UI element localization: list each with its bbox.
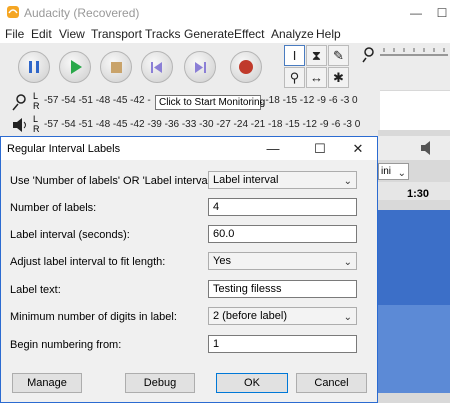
label-text-label: Label text:: [10, 284, 61, 296]
snap-to-value: ini: [381, 166, 392, 177]
number-of-labels-input[interactable]: 4: [208, 198, 357, 216]
regular-interval-labels-dialog: Regular Interval Labels — ☐ ✕ Use 'Numbe…: [0, 136, 378, 403]
audacity-logo-icon: [7, 6, 19, 18]
dialog-titlebar: Regular Interval Labels — ☐ ✕: [1, 137, 377, 160]
mode-label: Use 'Number of labels' OR 'Label interva…: [10, 175, 216, 187]
monitoring-tooltip: Click to Start Monitoring: [155, 95, 265, 110]
adjust-interval-select[interactable]: Yes ⌄: [208, 252, 357, 270]
waveform-right[interactable]: [378, 305, 450, 393]
dialog-title: Regular Interval Labels: [7, 143, 121, 155]
adjust-interval-label: Adjust label interval to fit length:: [10, 256, 166, 268]
number-of-labels-label: Number of labels:: [10, 202, 97, 214]
menu-generate[interactable]: Generate: [184, 27, 234, 41]
skip-end-icon: [195, 62, 206, 73]
skip-start-icon: [151, 62, 162, 73]
playback-meter[interactable]: L R -57 -54 -51 -48 -45 -42 -39 -36 -33 …: [0, 113, 380, 137]
menu-transport[interactable]: Transport: [91, 27, 142, 41]
speaker-icon: [421, 141, 430, 155]
waveform-left[interactable]: [378, 210, 450, 305]
menu-bar: File Edit View Transport Tracks Generate…: [0, 26, 450, 43]
min-digits-select[interactable]: 2 (before label) ⌄: [208, 307, 357, 325]
menu-view[interactable]: View: [59, 27, 85, 41]
label-text-input[interactable]: Testing filesss: [208, 280, 357, 298]
stop-icon: [111, 62, 122, 73]
dialog-maximize-button[interactable]: ☐: [304, 137, 336, 160]
stop-button[interactable]: [100, 51, 132, 83]
menu-effect[interactable]: Effect: [234, 27, 264, 41]
snap-to-select[interactable]: ini ⌄: [378, 163, 409, 180]
pencil-icon: ✎: [333, 48, 344, 63]
microphone-slider: [362, 47, 448, 63]
mode-select[interactable]: Label interval ⌄: [208, 171, 357, 189]
i-beam-icon: I: [292, 48, 297, 63]
double-arrow-icon: ↔: [310, 70, 323, 85]
record-meter-scale-right: 1 -18 -15 -12 -9 -6 -3 0: [257, 95, 358, 106]
menu-tracks[interactable]: Tracks: [145, 27, 181, 41]
timeline-time-label: 1:30: [407, 188, 430, 200]
record-volume-slider[interactable]: [362, 44, 450, 67]
label-interval-input[interactable]: 60.0: [208, 225, 357, 243]
record-button[interactable]: [230, 51, 262, 83]
menu-edit[interactable]: Edit: [31, 27, 52, 41]
pause-icon: [29, 61, 39, 73]
minimize-window-button[interactable]: —: [404, 0, 428, 26]
microphone-icon: [12, 94, 26, 111]
cancel-button[interactable]: Cancel: [296, 373, 367, 393]
label-interval-label: Label interval (seconds):: [10, 229, 130, 241]
speaker-icon: [13, 118, 26, 132]
meter-right-channel-label: R: [33, 124, 40, 134]
device-toolbar: [378, 136, 450, 160]
min-digits-value: 2 (before label): [213, 310, 287, 322]
menu-file[interactable]: File: [5, 27, 24, 41]
dialog-close-button[interactable]: ✕: [342, 137, 374, 160]
mode-value: Label interval: [213, 174, 279, 186]
menu-analyze[interactable]: Analyze: [271, 27, 314, 41]
pause-button[interactable]: [18, 51, 50, 83]
draw-tool[interactable]: ✎: [328, 45, 349, 66]
adjust-interval-value: Yes: [213, 255, 231, 267]
skip-to-end-button[interactable]: [184, 51, 216, 83]
meter-left-channel-label: L: [33, 114, 39, 124]
app-titlebar: Audacity (Recovered) — ☐: [0, 0, 450, 26]
debug-button[interactable]: Debug: [125, 373, 195, 393]
dialog-minimize-button[interactable]: —: [257, 137, 289, 160]
zoom-tool[interactable]: ⚲: [284, 67, 305, 88]
app-title: Audacity (Recovered): [24, 6, 140, 20]
magnifier-icon: ⚲: [289, 70, 300, 85]
begin-numbering-input[interactable]: 1: [208, 335, 357, 353]
chevron-down-icon: ⌄: [343, 257, 352, 268]
play-icon: [71, 60, 82, 74]
selection-tool[interactable]: I: [284, 45, 305, 66]
time-shift-tool[interactable]: ↔: [306, 67, 327, 88]
menu-help[interactable]: Help: [316, 27, 341, 41]
min-digits-label: Minimum number of digits in label:: [10, 311, 177, 323]
chevron-down-icon: ⌄: [397, 168, 406, 179]
play-button[interactable]: [59, 51, 91, 83]
manage-button[interactable]: Manage: [12, 373, 82, 393]
asterisk-icon: ✱: [333, 70, 344, 85]
chevron-down-icon: ⌄: [343, 312, 352, 323]
meter-left-channel-label: L: [33, 91, 39, 101]
ok-button[interactable]: OK: [216, 373, 288, 393]
maximize-window-button[interactable]: ☐: [430, 0, 450, 26]
begin-numbering-label: Begin numbering from:: [10, 339, 122, 351]
multi-tool[interactable]: ✱: [328, 67, 349, 88]
skip-to-start-button[interactable]: [141, 51, 173, 83]
chevron-down-icon: ⌄: [343, 176, 352, 187]
meter-right-channel-label: R: [33, 101, 40, 111]
record-icon: [239, 60, 253, 74]
envelope-icon: ⧗: [311, 48, 322, 63]
envelope-tool[interactable]: ⧗: [306, 45, 327, 66]
playback-meter-scale: -57 -54 -51 -48 -45 -42 -39 -36 -33 -30 …: [44, 119, 361, 130]
record-meter-scale: -57 -54 -51 -48 -45 -42 -: [44, 95, 151, 106]
